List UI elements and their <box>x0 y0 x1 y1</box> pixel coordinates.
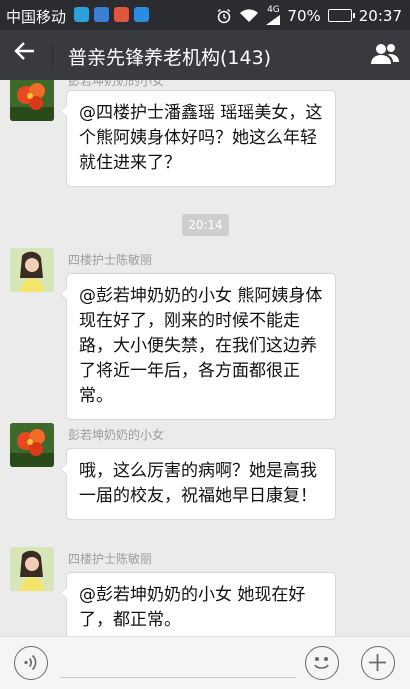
group-title: 普亲先锋养老机构(143) <box>68 47 272 69</box>
emoji-icon <box>314 657 329 669</box>
more-options-button[interactable] <box>361 646 395 680</box>
sender-avatar[interactable] <box>10 547 54 591</box>
arrow-left-icon <box>14 42 34 60</box>
group-members-button[interactable] <box>370 42 400 70</box>
input-bar <box>0 636 410 689</box>
wifi-icon <box>240 9 259 22</box>
voice-icon <box>24 654 37 671</box>
time-separator: 20:14 <box>182 214 229 236</box>
battery-percent: 70% <box>287 6 321 25</box>
message-list[interactable]: 彭若坤奶奶的小女 @四楼护士潘鑫瑶 瑶瑶美女，这个熊阿姨身体好吗？她这么年轻就住… <box>0 80 410 636</box>
sender-avatar[interactable] <box>10 423 54 467</box>
sender-avatar[interactable] <box>10 248 54 292</box>
status-indicators: 4G 70% 20:37 <box>216 6 402 25</box>
girl-avatar-icon <box>10 248 54 292</box>
back-button[interactable] <box>14 40 36 68</box>
message-bubble[interactable]: @彭若坤奶奶的小女 她现在好了，都正常。 <box>60 572 336 636</box>
group-members-icon <box>371 44 399 64</box>
status-bar: 中国移动 4G 70% 20:37 <box>0 0 410 30</box>
network-indicator: 4G <box>266 6 281 25</box>
message-bubble[interactable]: @彭若坤奶奶的小女 熊阿姨身体现在好了，刚来的时候不能走路，大小便失禁，在我们这… <box>60 273 336 420</box>
carrier-name: 中国移动 <box>6 8 67 26</box>
message-bubble[interactable]: 哦，这么厉害的病啊？她是高我一届的校友，祝福她早日康复！ <box>60 448 336 520</box>
sender-name: 彭若坤奶奶的小女 <box>68 80 165 88</box>
weibo-notification-icon <box>114 7 129 22</box>
flower-avatar-icon <box>10 80 54 121</box>
clock: 20:37 <box>358 6 402 25</box>
header-divider <box>52 42 53 68</box>
chat-app-notification-icon <box>74 7 89 22</box>
emoji-button[interactable] <box>305 646 339 680</box>
signal-icon <box>266 15 281 25</box>
girl-avatar-icon <box>10 547 54 591</box>
message-input[interactable] <box>60 677 296 678</box>
sender-name: 四楼护士陈敏丽 <box>68 552 153 566</box>
voice-button[interactable] <box>14 646 48 680</box>
sender-avatar[interactable] <box>10 80 54 121</box>
alarm-icon <box>217 8 231 23</box>
plus-icon <box>369 654 386 671</box>
notification-icons <box>74 7 149 22</box>
chat-header: 普亲先锋养老机构(143) <box>0 30 410 80</box>
flower-avatar-icon <box>10 423 54 467</box>
gallery-notification-icon <box>94 7 109 22</box>
app-notification-icon <box>134 7 149 22</box>
battery-icon <box>327 9 355 22</box>
sender-name: 四楼护士陈敏丽 <box>68 253 153 267</box>
sender-name: 彭若坤奶奶的小女 <box>68 428 165 442</box>
message-bubble[interactable]: @四楼护士潘鑫瑶 瑶瑶美女，这个熊阿姨身体好吗？她这么年轻就住进来了？ <box>60 90 336 187</box>
